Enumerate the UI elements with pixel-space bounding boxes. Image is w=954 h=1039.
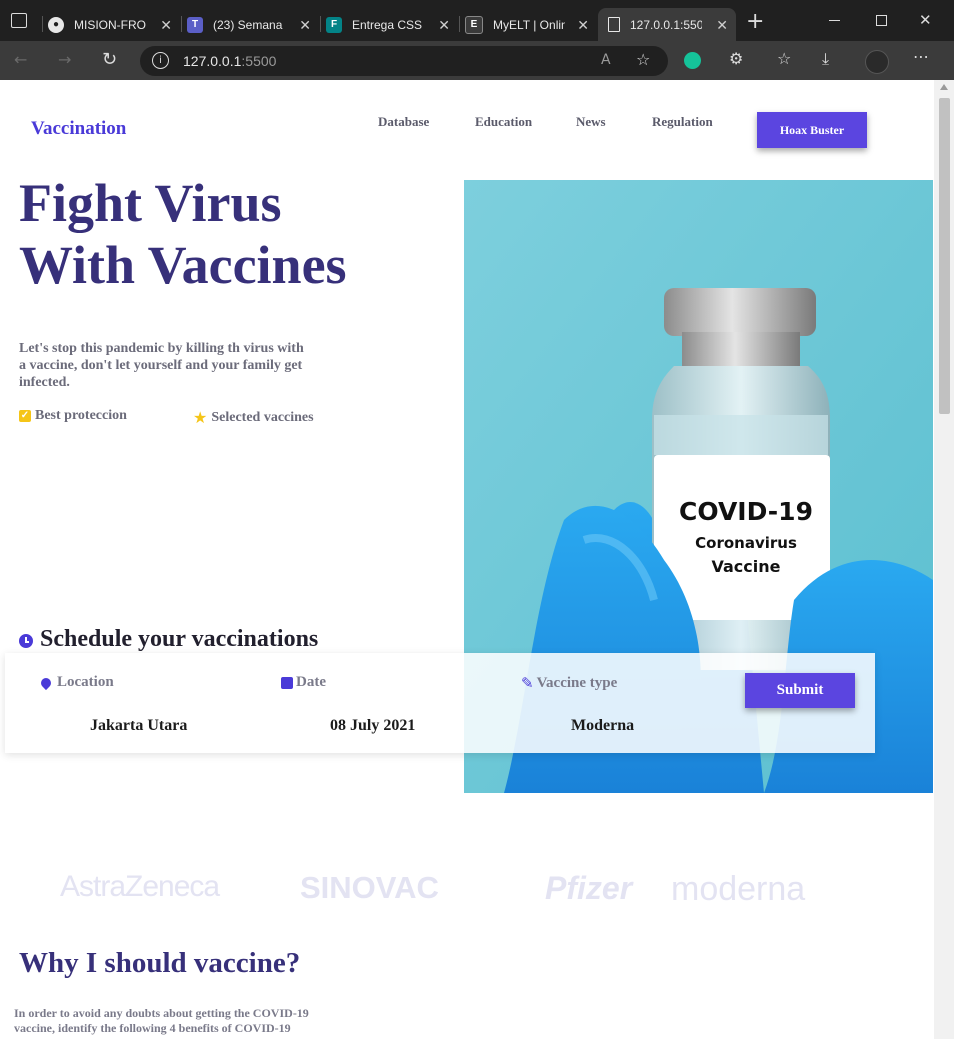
nav-link-news[interactable]: News xyxy=(576,114,606,130)
web-page: Vaccination Database Education News Regu… xyxy=(0,80,934,1039)
favorites-icon[interactable]: ☆ xyxy=(777,49,791,68)
location-label: Location xyxy=(38,674,114,691)
feature-label: Best proteccion xyxy=(35,408,127,423)
why-vaccine-text: In order to avoid any doubts about getti… xyxy=(14,1006,309,1035)
read-aloud-icon[interactable]: A xyxy=(601,52,611,68)
hero-title-line1: Fight Virus xyxy=(19,173,282,233)
sinovac-logo: SINOVAC xyxy=(300,870,439,905)
close-tab-icon[interactable]: ✕ xyxy=(299,17,311,34)
address-toolbar: ← → ↻ i 127.0.0.1:5500 A ☆ ⚙ ☆ ⤓ ⋯ xyxy=(0,41,954,80)
back-icon[interactable]: ← xyxy=(14,50,27,69)
schedule-form: Location Jakarta Utara Date 08 July 2021… xyxy=(5,653,875,753)
schedule-title-text: Schedule your vaccinations xyxy=(40,626,319,652)
close-tab-icon[interactable]: ✕ xyxy=(716,17,728,34)
maximize-icon[interactable] xyxy=(876,15,887,26)
feature-best-protection: ✓ Best proteccion xyxy=(19,408,127,424)
moderna-logo: moderna xyxy=(671,870,806,908)
close-window-icon[interactable]: ✕ xyxy=(919,11,932,29)
tab-separator xyxy=(42,16,43,32)
clock-icon xyxy=(19,634,33,648)
address-bar[interactable]: i 127.0.0.1:5500 A ☆ xyxy=(140,46,668,76)
feature-selected-vaccines: ★ Selected vaccines xyxy=(193,408,314,427)
teams-icon: T xyxy=(187,16,203,33)
hero-title-line2: With Vaccines xyxy=(19,235,347,295)
nav-link-education[interactable]: Education xyxy=(475,114,532,130)
url-host: 127.0.0.1 xyxy=(183,53,242,69)
url-port: :5500 xyxy=(241,53,277,69)
schedule-title: Schedule your vaccinations xyxy=(19,626,318,653)
tab-title: 127.0.0.1:550 xyxy=(630,17,702,32)
scrollbar-thumb[interactable] xyxy=(939,98,950,414)
profile-avatar-icon[interactable] xyxy=(865,50,889,74)
tab-mision[interactable]: ● MISION-FRON ✕ xyxy=(48,8,180,41)
checkbox-icon: ✓ xyxy=(19,410,31,422)
star-icon: ★ xyxy=(193,408,208,427)
hero-title: Fight Virus With Vaccines xyxy=(19,172,347,296)
url-text: 127.0.0.1:5500 xyxy=(183,53,276,69)
brand-logo[interactable]: Vaccination xyxy=(31,118,126,140)
tab-title: MISION-FRON xyxy=(74,17,146,32)
myelt-icon: E xyxy=(465,15,483,34)
map-pin-icon xyxy=(38,675,54,690)
nav-link-regulation[interactable]: Regulation xyxy=(652,114,713,130)
pencil-icon: ✎ xyxy=(521,674,534,692)
tab-separator xyxy=(459,16,460,32)
grammarly-icon[interactable] xyxy=(684,52,701,69)
tab-myelt[interactable]: E MyELT | Onlin ✕ xyxy=(465,8,597,41)
forms-icon: F xyxy=(326,16,342,33)
tab-semana[interactable]: T (23) Semana ✕ xyxy=(187,8,319,41)
close-tab-icon[interactable]: ✕ xyxy=(160,17,172,34)
tab-separator xyxy=(320,16,321,32)
why-vaccine-heading: Why I should vaccine? xyxy=(19,947,301,979)
nav-link-database[interactable]: Database xyxy=(378,114,429,130)
calendar-icon xyxy=(281,676,293,689)
tab-localhost[interactable]: 127.0.0.1:550 ✕ xyxy=(598,8,736,41)
tab-title: (23) Semana xyxy=(213,17,283,32)
feature-label: Selected vaccines xyxy=(211,409,314,425)
page-scrollbar[interactable] xyxy=(934,80,954,1039)
location-field[interactable]: Jakarta Utara xyxy=(90,717,187,735)
vial-label-line2: Coronavirus xyxy=(695,534,797,552)
tab-actions-icon[interactable] xyxy=(11,13,27,28)
tab-entrega[interactable]: F Entrega CSS L ✕ xyxy=(326,8,458,41)
site-info-icon[interactable]: i xyxy=(152,52,169,69)
submit-button[interactable]: Submit xyxy=(745,673,855,708)
vaccine-type-field[interactable]: Moderna xyxy=(571,717,634,735)
close-tab-icon[interactable]: ✕ xyxy=(438,17,450,34)
browser-tab-bar: ● MISION-FRON ✕ T (23) Semana ✕ F Entreg… xyxy=(0,0,954,41)
vial-label-title: COVID-19 xyxy=(679,497,813,526)
extensions-icon[interactable]: ⚙ xyxy=(729,49,743,68)
minimize-icon[interactable] xyxy=(829,20,840,21)
tab-separator xyxy=(181,16,182,32)
vial-label-line3: Vaccine xyxy=(712,557,781,576)
date-label-text: Date xyxy=(296,674,326,690)
scroll-up-icon[interactable] xyxy=(940,84,948,90)
page-icon xyxy=(608,17,620,32)
refresh-icon[interactable]: ↻ xyxy=(102,49,117,70)
forward-icon[interactable]: → xyxy=(58,50,71,69)
vaccine-type-label: ✎ Vaccine type xyxy=(521,674,617,692)
hero-subtitle: Let's stop this pandemic by killing th v… xyxy=(19,341,304,390)
new-tab-icon[interactable]: + xyxy=(746,9,764,34)
astrazeneca-logo: AstraZeneca xyxy=(60,870,220,903)
close-tab-icon[interactable]: ✕ xyxy=(577,17,589,34)
date-label: Date xyxy=(281,674,326,691)
more-menu-icon[interactable]: ⋯ xyxy=(913,47,929,66)
downloads-icon[interactable]: ⤓ xyxy=(822,49,829,69)
pfizer-logo: Pfizer xyxy=(545,870,633,906)
github-icon: ● xyxy=(48,16,64,33)
add-favorite-icon[interactable]: ☆ xyxy=(636,50,650,69)
tab-title: MyELT | Onlin xyxy=(493,17,565,32)
date-field[interactable]: 08 July 2021 xyxy=(330,717,415,735)
vaccine-type-label-text: Vaccine type xyxy=(536,674,618,691)
tab-title: Entrega CSS L xyxy=(352,17,424,32)
location-label-text: Location xyxy=(57,674,114,690)
hoax-buster-button[interactable]: Hoax Buster xyxy=(757,112,867,148)
